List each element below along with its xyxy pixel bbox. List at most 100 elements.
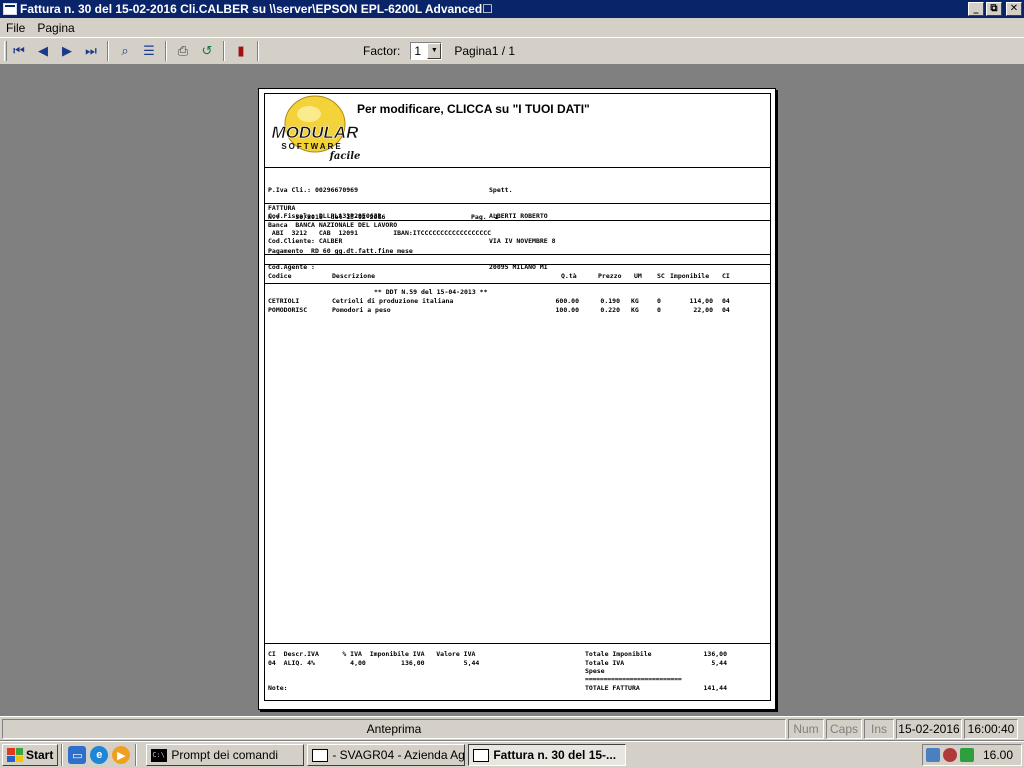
factor-label: Factor: [363,44,401,58]
divider [265,203,770,204]
row-prezzo: 0.190 [600,297,620,305]
system-tray: 16.00 [922,744,1022,766]
menu-file[interactable]: File [0,21,31,35]
start-button[interactable]: Start [2,744,59,766]
row-sc: 0 [657,297,661,305]
bank-line: Banca BANCA NAZIONALE DEL LAVORO [268,221,398,229]
zoom-icon[interactable]: ⌕ [113,40,137,62]
toolbar-separator [223,41,225,61]
close-button[interactable]: ✕ [1006,2,1022,16]
security-icon[interactable] [942,748,957,762]
next-page-icon[interactable]: ▶ [55,40,79,62]
last-page-icon[interactable]: ⏭ [79,40,103,62]
status-caps: Caps [826,718,862,739]
row-imponibile: 22,00 [693,306,713,314]
address-line: ALBERTI ROBERTO [489,211,548,220]
total-iva-value: 5,44 [711,659,727,667]
total-imponibile-value: 136,00 [703,650,727,658]
divider [265,643,770,644]
exit-door-icon[interactable]: ▮ [229,40,253,62]
factor-select[interactable]: 1 ▼ [410,42,443,60]
total-fattura-label: TOTALE FATTURA [585,684,640,692]
show-desktop-icon[interactable]: ▭ [68,746,87,764]
ddt-reference: ** DDT N.59 del 15-04-2013 ** [374,288,488,296]
toolbar-separator [165,41,167,61]
column-ci: CI [722,272,730,280]
note-label: Note: [268,684,288,692]
menu-pagina[interactable]: Pagina [31,21,80,35]
row-ci: 04 [722,297,730,305]
printer-icon[interactable]: ⎙ [171,40,195,62]
preview-area[interactable]: MODULAR SOFTWARE facile Per modificare, … [0,66,1024,716]
internet-explorer-icon[interactable]: e [90,746,109,764]
status-date: 15-02-2016 [896,718,962,739]
task-label: Fattura n. 30 del 15-... [493,748,617,762]
factor-value: 1 [414,44,422,58]
update-icon[interactable] [959,748,974,762]
task-label: - SVAGR04 - Azienda Agr... [332,748,466,762]
first-page-icon[interactable]: ⏮ [7,40,31,62]
title-bar[interactable]: Fattura n. 30 del 15-02-2016 Cli.CALBER … [0,0,1024,18]
status-num: Num [788,718,824,739]
task-label: Prompt dei comandi [171,748,279,762]
export-icon[interactable]: ↺ [195,40,219,62]
window-title: Fattura n. 30 del 15-02-2016 Cli.CALBER … [20,2,493,16]
row-imponibile: 114,00 [689,297,713,305]
window-icon [312,748,329,762]
divider [265,283,770,284]
status-mode: Anteprima [2,718,786,739]
row-descrizione: Cetrioli di produzione italiana [332,297,454,305]
column-um: UM [634,272,642,280]
invoice-page: MODULAR SOFTWARE facile Per modificare, … [258,88,776,710]
piva-line: P.Iva Cli.: 00296670969 [268,186,359,194]
toolbar: ⏮ ◀ ▶ ⏭ ⌕ ☰ ⎙ ↺ ▮ Factor: 1 ▼ Pagina1 / … [0,37,1024,65]
task-button-svagr04[interactable]: - SVAGR04 - Azienda Agr... [307,744,466,766]
tray-clock[interactable]: 16.00 [983,748,1013,762]
row-ci: 04 [722,306,730,314]
taskbar-separator [61,744,64,766]
column-codice: Codice [268,272,292,280]
abi-cab-iban-line: ABI 3212 CAB 12091 IBAN:ITCCCCCCCCCCCCCC… [268,229,492,237]
modular-software-logo: MODULAR SOFTWARE facile [271,95,360,162]
total-imponibile-label: Totale Imponibile [585,650,652,658]
row-sc: 0 [657,306,661,314]
total-iva-label: Totale IVA [585,659,625,667]
address-line: VIA IV NOVEMBRE 8 [489,237,556,245]
row-codice: POMODORISC [268,306,308,314]
column-descrizione: Descrizione [332,272,376,280]
address-line: Spett. [489,186,513,194]
book-icon[interactable]: ☰ [137,40,161,62]
column-qta: Q.tà [561,272,577,280]
vat-header: CI Descr.IVA % IVA Imponibile IVA Valore… [268,650,476,658]
total-fattura-value: 141,44 [703,684,727,692]
row-um: KG [631,306,639,314]
maximize-button[interactable]: ⧉ [986,2,1002,16]
menu-bar: File Pagina [0,18,1024,37]
window-icon [473,748,490,762]
windows-flag-icon [7,748,23,762]
header-title: Per modificare, CLICCA su "I TUOI DATI" [357,102,590,116]
row-descrizione: Pomodori a peso [332,306,391,314]
column-imponibile: Imponibile [670,272,710,280]
codcliente-line: Cod.Cliente: CALBER [268,237,343,245]
spese-label: Spese [585,667,605,675]
network-icon[interactable] [925,748,940,762]
window-icon[interactable] [3,3,17,15]
toolbar-separator [257,41,259,61]
window-controls: _ ⧉ ✕ [968,2,1022,16]
media-player-icon[interactable]: ▶ [112,746,131,764]
customer-address: Spett. ALBERTI ROBERTO VIA IV NOVEMBRE 8… [489,169,556,288]
status-bar: Anteprima Num Caps Ins 15-02-2016 16:00:… [0,716,1024,740]
divider [265,254,770,255]
column-prezzo: Prezzo [598,272,622,280]
minimize-button[interactable]: _ [968,2,984,16]
chevron-down-icon[interactable]: ▼ [427,43,442,59]
task-button-fattura[interactable]: Fattura n. 30 del 15-... [468,744,627,766]
row-qta: 600.00 [555,297,579,305]
column-sc: SC [657,272,665,280]
cmd-icon: C:\ [151,748,168,762]
status-time: 16:00:40 [964,718,1018,739]
task-button-cmd[interactable]: C:\ Prompt dei comandi [146,744,305,766]
previous-page-icon[interactable]: ◀ [31,40,55,62]
row-prezzo: 0.220 [600,306,620,314]
